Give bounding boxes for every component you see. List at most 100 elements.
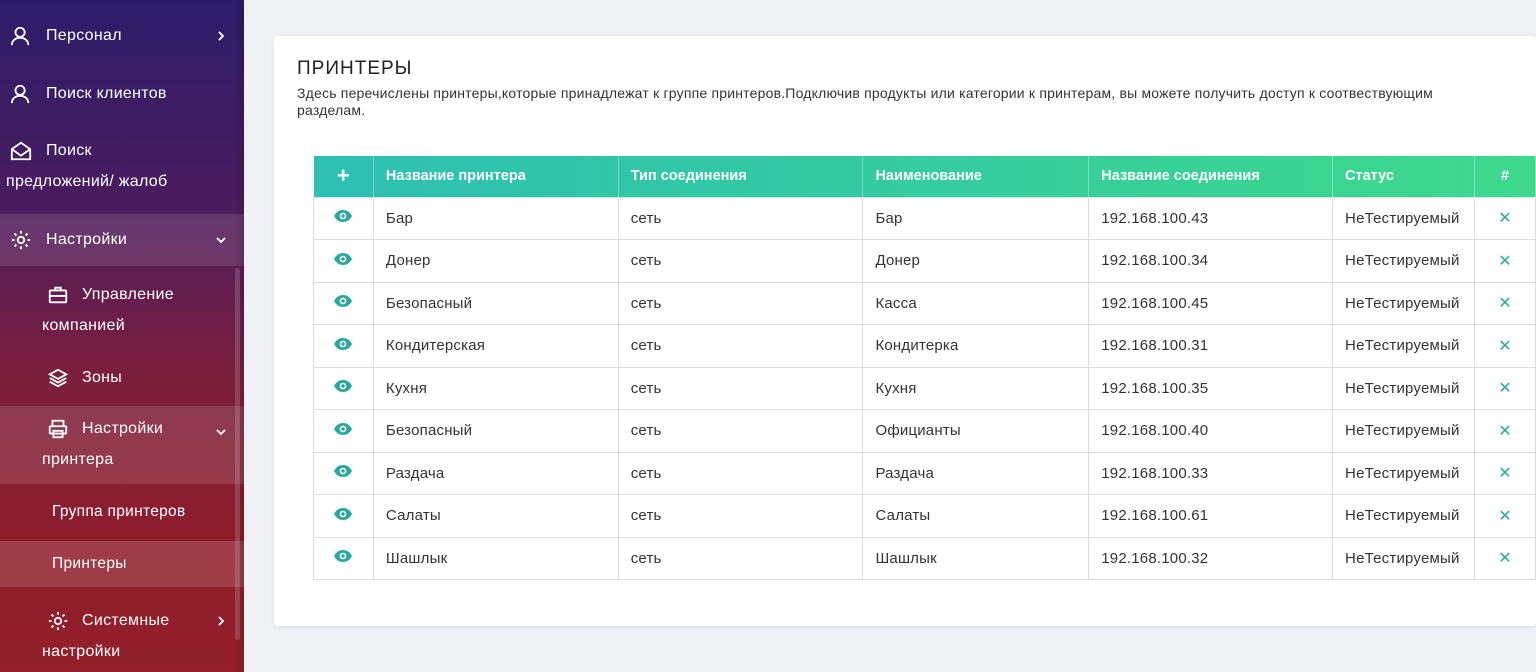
table-row: Шашлык сеть Шашлык 192.168.100.32 НеТестируе… bbox=[313, 536, 1536, 580]
eye-icon bbox=[333, 379, 353, 397]
view-button[interactable] bbox=[313, 324, 374, 368]
eye-icon bbox=[333, 252, 353, 270]
cell-title: Салаты bbox=[862, 494, 1090, 538]
eye-icon bbox=[333, 422, 353, 440]
close-icon: ✕ bbox=[1498, 295, 1512, 313]
view-button[interactable] bbox=[313, 409, 374, 453]
cell-printer-name: Донер bbox=[372, 239, 619, 283]
delete-button[interactable]: ✕ bbox=[1474, 451, 1536, 495]
cell-connection-name: 192.168.100.35 bbox=[1088, 366, 1334, 410]
sidebar-item-label-line1: Настройки bbox=[82, 420, 164, 437]
sidebar-item-company-management[interactable]: Управление компанией bbox=[0, 279, 244, 343]
view-button[interactable] bbox=[313, 451, 374, 495]
add-printer-button[interactable]: + bbox=[313, 156, 374, 197]
delete-button[interactable]: ✕ bbox=[1474, 324, 1536, 368]
chevron-right-icon bbox=[218, 31, 225, 41]
sidebar-item-label: Зоны bbox=[82, 369, 123, 386]
sidebar-scrollbar[interactable] bbox=[235, 268, 240, 640]
close-icon: ✕ bbox=[1498, 380, 1512, 398]
printer-icon bbox=[48, 419, 68, 439]
table-row: Салаты сеть Салаты 192.168.100.61 НеТестируе… bbox=[313, 494, 1536, 538]
close-icon: ✕ bbox=[1498, 422, 1512, 440]
cell-connection-type: сеть bbox=[617, 366, 864, 410]
table-body: Бар сеть Бар 192.168.100.43 НеТестируемый ✕ До… bbox=[313, 196, 1536, 580]
view-button[interactable] bbox=[313, 366, 374, 410]
sidebar-item-label-line1: Управление bbox=[82, 286, 174, 303]
column-header-title: Наименование bbox=[862, 156, 1090, 197]
cell-status: НеТестируемый bbox=[1332, 281, 1476, 325]
cell-connection-type: сеть bbox=[617, 324, 864, 368]
printers-table: + Название принтера Тип соединения Наиме… bbox=[313, 156, 1536, 580]
eye-icon bbox=[333, 464, 353, 482]
close-icon: ✕ bbox=[1498, 465, 1512, 483]
briefcase-icon bbox=[48, 286, 68, 304]
cell-status: НеТестируемый bbox=[1332, 451, 1476, 495]
cell-title: Шашлык bbox=[862, 536, 1090, 580]
cell-title: Касса bbox=[862, 281, 1090, 325]
table-row: Раздача сеть Раздача 192.168.100.33 НеТестир… bbox=[313, 451, 1536, 495]
cell-connection-type: сеть bbox=[617, 536, 864, 580]
sidebar: Персонал Поиск клиентов Поиск предложени… bbox=[0, 0, 244, 672]
column-header-printer-name: Название принтера bbox=[373, 156, 619, 197]
column-header-connection-type: Тип соединения bbox=[618, 156, 864, 197]
chevron-down-icon bbox=[216, 237, 226, 244]
view-button[interactable] bbox=[313, 239, 374, 283]
table-row: Донер сеть Донер 192.168.100.34 НеТестируемы… bbox=[313, 239, 1536, 283]
cell-connection-name: 192.168.100.34 bbox=[1088, 239, 1334, 283]
view-button[interactable] bbox=[313, 536, 374, 580]
sidebar-item-printer-settings[interactable]: Настройки принтера bbox=[0, 406, 244, 484]
user-icon bbox=[10, 26, 30, 46]
sidebar-item-settings[interactable]: Настройки bbox=[0, 214, 244, 266]
view-button[interactable] bbox=[313, 494, 374, 538]
page-description: Здесь перечислены принтеры,которые прина… bbox=[297, 85, 1433, 118]
sidebar-item-label: Группа принтеров bbox=[52, 503, 186, 520]
table-row: Бар сеть Бар 192.168.100.43 НеТестируемый ✕ bbox=[313, 196, 1536, 240]
sidebar-item-printers[interactable]: Принтеры bbox=[0, 541, 244, 587]
cell-title: Кухня bbox=[862, 366, 1090, 410]
cell-title: Раздача bbox=[862, 451, 1090, 495]
layers-icon bbox=[47, 368, 69, 388]
sidebar-item-label-line2: принтера bbox=[42, 451, 114, 468]
sidebar-item-staff[interactable]: Персонал bbox=[0, 20, 244, 52]
sidebar-item-zones[interactable]: Зоны bbox=[0, 362, 244, 394]
view-button[interactable] bbox=[313, 196, 374, 240]
delete-button[interactable]: ✕ bbox=[1474, 494, 1536, 538]
cell-printer-name: Кондитерская bbox=[372, 324, 619, 368]
delete-button[interactable]: ✕ bbox=[1474, 409, 1536, 453]
cell-connection-type: сеть bbox=[617, 281, 864, 325]
cell-status: НеТестируемый bbox=[1332, 196, 1476, 240]
view-button[interactable] bbox=[313, 281, 374, 325]
delete-button[interactable]: ✕ bbox=[1474, 239, 1536, 283]
delete-button[interactable]: ✕ bbox=[1474, 536, 1536, 580]
cell-title: Бар bbox=[862, 196, 1090, 240]
cell-printer-name: Кухня bbox=[372, 366, 619, 410]
sidebar-item-system-settings[interactable]: Системные настройки bbox=[0, 605, 244, 669]
delete-button[interactable]: ✕ bbox=[1474, 196, 1536, 240]
table-row: Безопасный сеть Касса 192.168.100.45 НеТести… bbox=[313, 281, 1536, 325]
cell-connection-type: сеть bbox=[617, 409, 864, 453]
cell-printer-name: Безопасный bbox=[372, 281, 619, 325]
sidebar-item-printer-groups[interactable]: Группа принтеров bbox=[0, 496, 244, 528]
sidebar-item-label-line2: предложений/ жалоб bbox=[6, 173, 168, 190]
cell-printer-name: Раздача bbox=[372, 451, 619, 495]
sidebar-item-feedback-search[interactable]: Поиск предложений/ жалоб bbox=[0, 135, 244, 199]
sidebar-item-label-line2: компанией bbox=[42, 317, 125, 334]
sidebar-item-label-line2: настройки bbox=[42, 643, 121, 660]
cell-status: НеТестируемый bbox=[1332, 239, 1476, 283]
cell-connection-type: сеть bbox=[617, 239, 864, 283]
sidebar-item-client-search[interactable]: Поиск клиентов bbox=[0, 78, 244, 110]
sidebar-item-label: Настройки bbox=[46, 231, 128, 248]
cell-status: НеТестируемый bbox=[1332, 366, 1476, 410]
delete-button[interactable]: ✕ bbox=[1474, 281, 1536, 325]
sidebar-item-label: Принтеры bbox=[52, 555, 127, 572]
cell-title: Донер bbox=[862, 239, 1090, 283]
sidebar-item-label: Персонал bbox=[46, 27, 122, 44]
close-icon: ✕ bbox=[1498, 550, 1512, 568]
cell-printer-name: Салаты bbox=[372, 494, 619, 538]
delete-button[interactable]: ✕ bbox=[1474, 366, 1536, 410]
cell-status: НеТестируемый bbox=[1332, 324, 1476, 368]
table-row: Безопасный сеть Официанты 192.168.100.40 НеТ… bbox=[313, 409, 1536, 453]
cell-title: Кондитерка bbox=[862, 324, 1090, 368]
column-header-connection-name: Название соединения bbox=[1088, 156, 1334, 197]
eye-icon bbox=[333, 337, 353, 355]
